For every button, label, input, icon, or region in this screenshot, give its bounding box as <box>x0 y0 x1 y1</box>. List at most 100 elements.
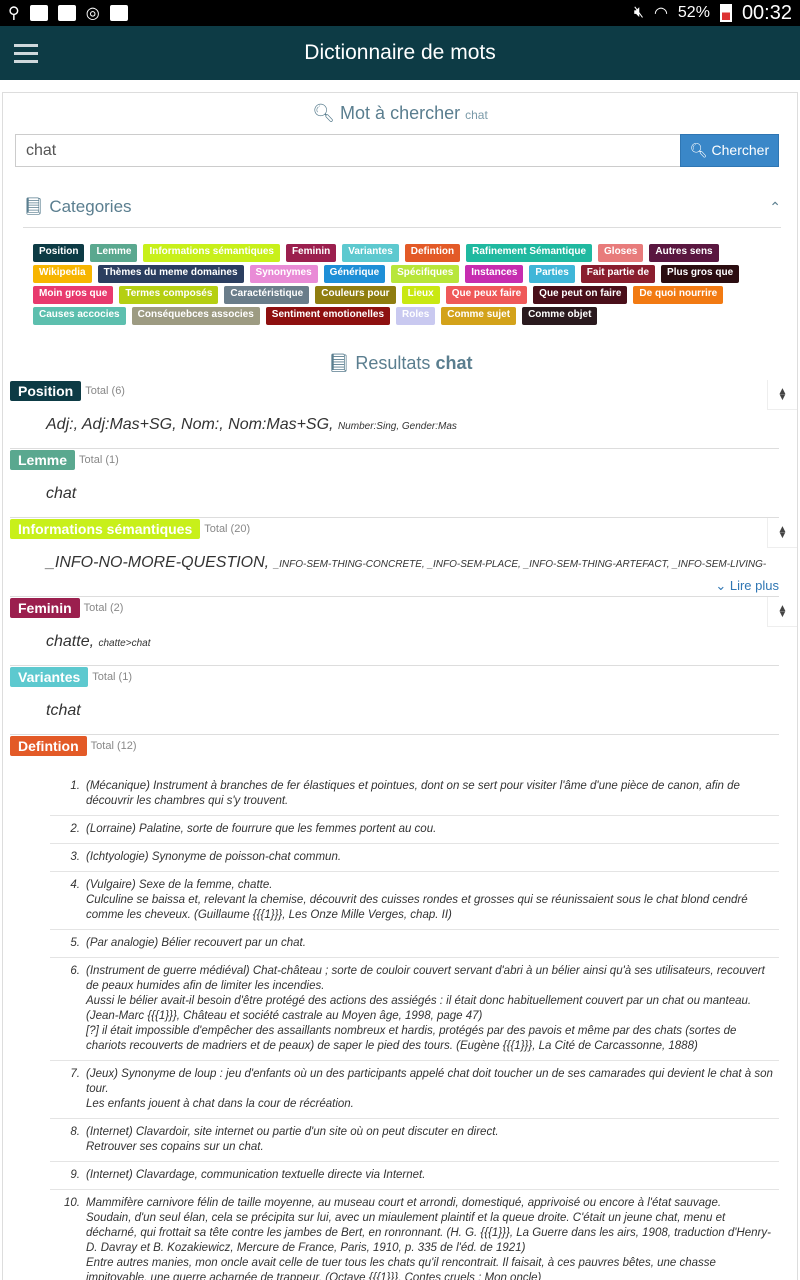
definition-line: (Ichtyologie) Synonyme de poisson-chat c… <box>86 851 342 863</box>
usb-icon: ⚲ <box>8 5 20 22</box>
definition-item: 7. (Jeux) Synonyme de loup : jeu d'enfant… <box>50 1061 779 1119</box>
definition-line: [?] il était impossible d'empêcher des a… <box>86 1025 737 1052</box>
battery-icon <box>719 4 732 22</box>
definition-text: Mammifère carnivore félin de taille moye… <box>86 1196 779 1280</box>
search-button-label: Chercher <box>711 142 770 158</box>
category-tag[interactable]: Parties <box>529 265 575 283</box>
section-definition: Defintion Total (12) 1. (Mécanique) Instr… <box>10 735 779 1280</box>
section-badge[interactable]: Feminin <box>10 598 80 618</box>
results-word: chat <box>435 353 473 373</box>
category-tag[interactable]: De quoi nourrire <box>633 286 724 304</box>
results-heading: 📘︎ Resultats chat <box>3 353 797 374</box>
definition-text: (Par analogie) Bélier recouvert par un c… <box>86 936 779 951</box>
category-tag[interactable]: Feminin <box>285 244 337 262</box>
category-tag[interactable]: Position <box>33 244 85 262</box>
definition-number: 1. <box>70 780 80 792</box>
chevron-down-icon: ⌄ <box>715 578 727 593</box>
category-tag[interactable]: Caractéristique <box>224 286 310 304</box>
sort-icon[interactable]: ▲ ▼ <box>767 597 797 627</box>
sort-icon[interactable]: ▲ ▼ <box>767 380 797 410</box>
categories-title: Categories <box>49 197 132 216</box>
section-content: chatte, chatte>chat <box>10 619 779 665</box>
category-tag[interactable]: Générique <box>323 265 386 283</box>
definition-item: 1. (Mécanique) Instrument à branches de f… <box>50 773 779 816</box>
chevron-up-icon[interactable]: ⌃ <box>769 199 781 216</box>
definition-text: (Mécanique) Instrument à branches de fer… <box>86 779 779 809</box>
clock: 00:32 <box>741 1 792 24</box>
section-total: Total (1) <box>79 454 119 466</box>
definition-text: (Vulgaire) Sexe de la femme, chatte. Culc… <box>86 878 779 923</box>
definition-text: (Lorraine) Palatine, sorte de fourrure q… <box>86 822 779 837</box>
definition-line: Les enfants jouent à chat dans la cour d… <box>86 1098 354 1110</box>
definition-line: (Internet) Clavardage, communication tex… <box>86 1169 426 1181</box>
flipboard-icon <box>57 5 76 21</box>
search-input[interactable] <box>15 134 680 167</box>
mute-icon: 🔇︎ <box>633 4 644 21</box>
category-tag[interactable]: Conséquebces associes <box>131 307 260 325</box>
read-more-link[interactable]: ⌄ Lire plus <box>10 578 779 596</box>
section-total: Total (20) <box>204 523 251 535</box>
section-text: _INFO-NO-MORE-QUESTION, <box>46 554 270 571</box>
sort-icon[interactable]: ▲ ▼ <box>767 518 797 548</box>
categories-header[interactable]: 📘︎ Categories ⌃ <box>23 197 781 228</box>
definition-line: Soudain, d'un seul élan, cela se précipi… <box>86 1212 771 1254</box>
category-tag[interactable]: Spécifiques <box>391 265 460 283</box>
definition-item: 4. (Vulgaire) Sexe de la femme, chatte. Cu… <box>50 872 779 930</box>
category-tags: Position Lemme Informations sémantiques Fem… <box>33 244 753 325</box>
search-icon: 🔍︎ <box>312 103 336 123</box>
definition-number: 10. <box>64 1197 80 1209</box>
category-tag[interactable]: Synonymes <box>249 265 318 283</box>
category-tag[interactable]: Defintion <box>404 244 461 262</box>
menu-icon[interactable] <box>0 26 52 80</box>
notification-icons: ⚲ ◎ <box>8 3 128 23</box>
category-tag[interactable]: Couleurs pour <box>315 286 396 304</box>
category-tag[interactable]: Autres sens <box>649 244 719 262</box>
section-badge[interactable]: Informations sémantiques <box>10 519 201 539</box>
category-tag[interactable]: Moin gros que <box>33 286 114 304</box>
definition-line: (Internet) Clavardoir, site internet ou … <box>86 1126 499 1138</box>
section-badge[interactable]: Position <box>10 381 82 401</box>
category-tag[interactable]: Informations sémantiques <box>143 244 280 262</box>
category-tag[interactable]: Causes accocies <box>33 307 126 325</box>
definition-item: 5. (Par analogie) Bélier recouvert par un… <box>50 930 779 958</box>
definition-text: (Ichtyologie) Synonyme de poisson-chat c… <box>86 850 779 865</box>
section-text: tchat <box>46 702 81 719</box>
category-tag[interactable]: Que peut on faire <box>533 286 628 304</box>
section-small-text: _INFO-SEM-THING-CONCRETE, _INFO-SEM-PLAC… <box>273 559 767 570</box>
definition-line: Retrouver ses copains sur un chat. <box>86 1141 264 1153</box>
category-tag[interactable]: Sentiment emotionelles <box>265 307 391 325</box>
search-heading-label: Mot à chercher <box>340 103 461 123</box>
definition-text: (Instrument de guerre médiéval) Chat-châ… <box>86 964 779 1054</box>
category-tag[interactable]: Comme objet <box>522 307 598 325</box>
section-badge[interactable]: Defintion <box>10 736 87 756</box>
category-tag[interactable]: Termes composés <box>119 286 219 304</box>
section-badge[interactable]: Lemme <box>10 450 76 470</box>
category-tag[interactable]: Instances <box>465 265 524 283</box>
category-tag[interactable]: Thèmes du meme domaines <box>97 265 244 283</box>
category-tag[interactable]: Variantes <box>342 244 399 262</box>
category-tag[interactable]: Rafinement Sémantique <box>466 244 593 262</box>
section-small-text: Number:Sing, Gender:Mas <box>337 421 457 432</box>
category-tag[interactable]: Plus gros que <box>661 265 740 283</box>
definition-list: 1. (Mécanique) Instrument à branches de f… <box>50 773 779 1280</box>
search-button[interactable]: 🔍︎ Chercher <box>680 134 779 167</box>
results-label: Resultats <box>355 353 431 373</box>
category-tag[interactable]: Wikipedia <box>33 265 92 283</box>
definition-line: Entre autres manies, mon oncle avait cel… <box>86 1257 716 1280</box>
definition-number: 3. <box>70 851 80 863</box>
section-badge[interactable]: Variantes <box>10 667 89 687</box>
category-tag[interactable]: Gloses <box>598 244 644 262</box>
category-tag[interactable]: Lieux <box>401 286 440 304</box>
category-tag[interactable]: Fait partie de <box>580 265 656 283</box>
category-tag[interactable]: Lemme <box>90 244 138 262</box>
category-tag[interactable]: Roles <box>396 307 436 325</box>
app-bar: Dictionnaire de mots <box>0 26 800 80</box>
category-tag[interactable]: Que peux faire <box>445 286 528 304</box>
definition-line: (Vulgaire) Sexe de la femme, chatte. <box>86 879 273 891</box>
definition-text: (Internet) Clavardoir, site internet ou … <box>86 1125 779 1155</box>
category-tag[interactable]: Comme sujet <box>441 307 517 325</box>
chrome-icon: ◎ <box>85 5 100 22</box>
definition-item: 3. (Ichtyologie) Synonyme de poisson-chat… <box>50 844 779 872</box>
section-total: Total (1) <box>92 671 133 683</box>
definition-line: (Lorraine) Palatine, sorte de fourrure q… <box>86 823 437 835</box>
